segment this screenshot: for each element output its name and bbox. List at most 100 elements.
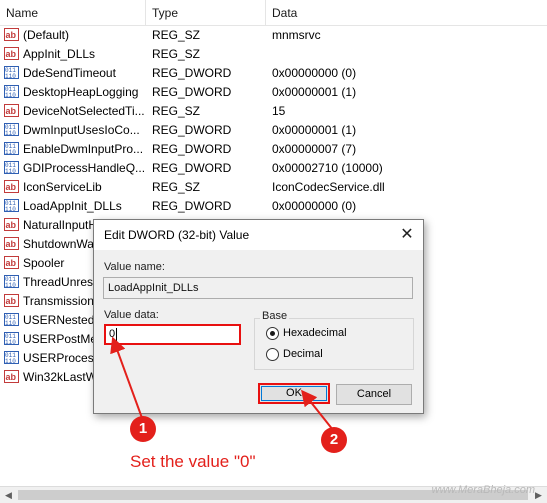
value-name: GDIProcessHandleQ... <box>23 161 146 175</box>
table-row[interactable]: ab (Default) REG_SZ mnmsrvc <box>0 26 547 45</box>
value-type: REG_SZ <box>152 180 201 194</box>
binary-value-icon: 011 110 <box>4 85 19 99</box>
value-data-label: Value data: <box>104 309 159 321</box>
watermark: www.MeraBheja.com <box>431 484 535 496</box>
radio-hexadecimal[interactable]: Hexadecimal <box>266 326 406 342</box>
cell-name: 011 110 GDIProcessHandleQ... <box>4 159 146 178</box>
binary-value-icon: 011 110 <box>4 275 19 289</box>
text-caret <box>116 327 118 341</box>
value-type: REG_DWORD <box>152 85 232 99</box>
svg-text:110: 110 <box>5 168 16 174</box>
radio-decimal[interactable]: Decimal <box>266 347 406 363</box>
svg-text:110: 110 <box>5 92 16 98</box>
value-name: DwmInputUsesIoCo... <box>23 123 140 137</box>
svg-text:ab: ab <box>6 372 17 382</box>
value-name: TransmissionI <box>23 294 98 308</box>
svg-text:ab: ab <box>6 258 17 268</box>
value-type: REG_DWORD <box>152 142 232 156</box>
ok-button[interactable]: OK <box>258 383 330 404</box>
binary-value-icon: 011 110 <box>4 123 19 137</box>
cell-name: ab (Default) <box>4 26 146 45</box>
value-type: REG_SZ <box>152 104 201 118</box>
column-header-data[interactable]: Data <box>266 0 547 26</box>
svg-text:110: 110 <box>5 206 16 212</box>
string-value-icon: ab <box>4 104 19 118</box>
string-value-icon: ab <box>4 237 19 251</box>
string-value-icon: ab <box>4 256 19 270</box>
value-name: EnableDwmInputPro... <box>23 142 144 156</box>
value-data: 0x00002710 (10000) <box>272 161 383 175</box>
value-data: IconCodecService.dll <box>272 180 385 194</box>
column-header-type[interactable]: Type <box>146 0 266 26</box>
svg-text:ab: ab <box>6 30 17 40</box>
svg-text:110: 110 <box>5 282 16 288</box>
radio-hexadecimal-label: Hexadecimal <box>283 327 347 339</box>
dialog-title-bar[interactable]: Edit DWORD (32-bit) Value ✕ <box>94 220 423 250</box>
cell-name: 011 110 DdeSendTimeout <box>4 64 146 83</box>
value-name: DeviceNotSelectedTi... <box>23 104 145 118</box>
string-value-icon: ab <box>4 370 19 384</box>
value-name: USERPostMes <box>23 332 104 346</box>
cell-name: ab DeviceNotSelectedTi... <box>4 102 146 121</box>
value-type: REG_DWORD <box>152 199 232 213</box>
value-data: 0x00000001 (1) <box>272 85 357 99</box>
value-type: REG_SZ <box>152 28 201 42</box>
value-data: 0x00000000 (0) <box>272 66 357 80</box>
svg-text:110: 110 <box>5 320 16 326</box>
table-row[interactable]: 011 110 DesktopHeapLogging REG_DWORD 0x00000… <box>0 83 547 102</box>
value-data: 15 <box>272 104 286 118</box>
value-name: IconServiceLib <box>23 180 102 194</box>
scroll-left-arrow-icon[interactable]: ◀ <box>0 487 17 503</box>
table-row[interactable]: 011 110 GDIProcessHandleQ... REG_DWORD 0x000… <box>0 159 547 178</box>
step-2-badge: 2 <box>321 427 347 453</box>
value-name: DdeSendTimeout <box>23 66 116 80</box>
value-data: 0x00000000 (0) <box>272 199 357 213</box>
base-label: Base <box>260 310 290 322</box>
cell-name: 011 110 DesktopHeapLogging <box>4 83 146 102</box>
value-data-input[interactable]: 0 <box>104 324 241 345</box>
string-value-icon: ab <box>4 180 19 194</box>
svg-text:ab: ab <box>6 106 17 116</box>
string-value-icon: ab <box>4 218 19 232</box>
dialog-title: Edit DWORD (32-bit) Value <box>104 228 250 242</box>
table-row[interactable]: ab DeviceNotSelectedTi... REG_SZ 15 <box>0 102 547 121</box>
value-name: Win32kLastW <box>23 370 98 384</box>
svg-text:110: 110 <box>5 339 16 345</box>
table-row[interactable]: ab IconServiceLib REG_SZ IconCodecService.d… <box>0 178 547 197</box>
value-data-text: 0 <box>109 328 116 340</box>
radio-decimal-label: Decimal <box>283 348 323 360</box>
binary-value-icon: 011 110 <box>4 161 19 175</box>
cell-name: ab IconServiceLib <box>4 178 146 197</box>
cell-name: 011 110 DwmInputUsesIoCo... <box>4 121 146 140</box>
table-row[interactable]: 011 110 DwmInputUsesIoCo... REG_DWORD 0x0000… <box>0 121 547 140</box>
cell-name: ab AppInit_DLLs <box>4 45 146 64</box>
svg-text:110: 110 <box>5 149 16 155</box>
table-row[interactable]: 011 110 EnableDwmInputPro... REG_DWORD 0x000… <box>0 140 547 159</box>
table-row[interactable]: 011 110 DdeSendTimeout REG_DWORD 0x00000000 … <box>0 64 547 83</box>
value-name: ThreadUnresp <box>23 275 100 289</box>
column-header-name[interactable]: Name <box>0 0 146 26</box>
value-data: mnmsrvc <box>272 28 321 42</box>
table-row[interactable]: ab AppInit_DLLs REG_SZ <box>0 45 547 64</box>
value-type: REG_DWORD <box>152 123 232 137</box>
svg-text:ab: ab <box>6 239 17 249</box>
string-value-icon: ab <box>4 294 19 308</box>
value-data <box>272 45 542 64</box>
value-name: AppInit_DLLs <box>23 47 96 61</box>
value-name: (Default) <box>23 28 70 42</box>
close-icon[interactable]: ✕ <box>397 225 417 245</box>
step-1-badge: 1 <box>130 416 156 442</box>
svg-text:110: 110 <box>5 358 16 364</box>
cancel-button[interactable]: Cancel <box>336 384 412 405</box>
value-name-field: LoadAppInit_DLLs <box>103 277 413 299</box>
binary-value-icon: 011 110 <box>4 351 19 365</box>
value-name-label: Value name: <box>104 261 165 273</box>
table-row[interactable]: 011 110 LoadAppInit_DLLs REG_DWORD 0x0000000… <box>0 197 547 216</box>
svg-text:ab: ab <box>6 220 17 230</box>
value-data: 0x00000007 (7) <box>272 142 357 156</box>
value-name: LoadAppInit_DLLs <box>23 199 122 213</box>
binary-value-icon: 011 110 <box>4 142 19 156</box>
value-type: REG_SZ <box>152 47 201 61</box>
svg-text:110: 110 <box>5 73 16 79</box>
svg-text:ab: ab <box>6 49 17 59</box>
